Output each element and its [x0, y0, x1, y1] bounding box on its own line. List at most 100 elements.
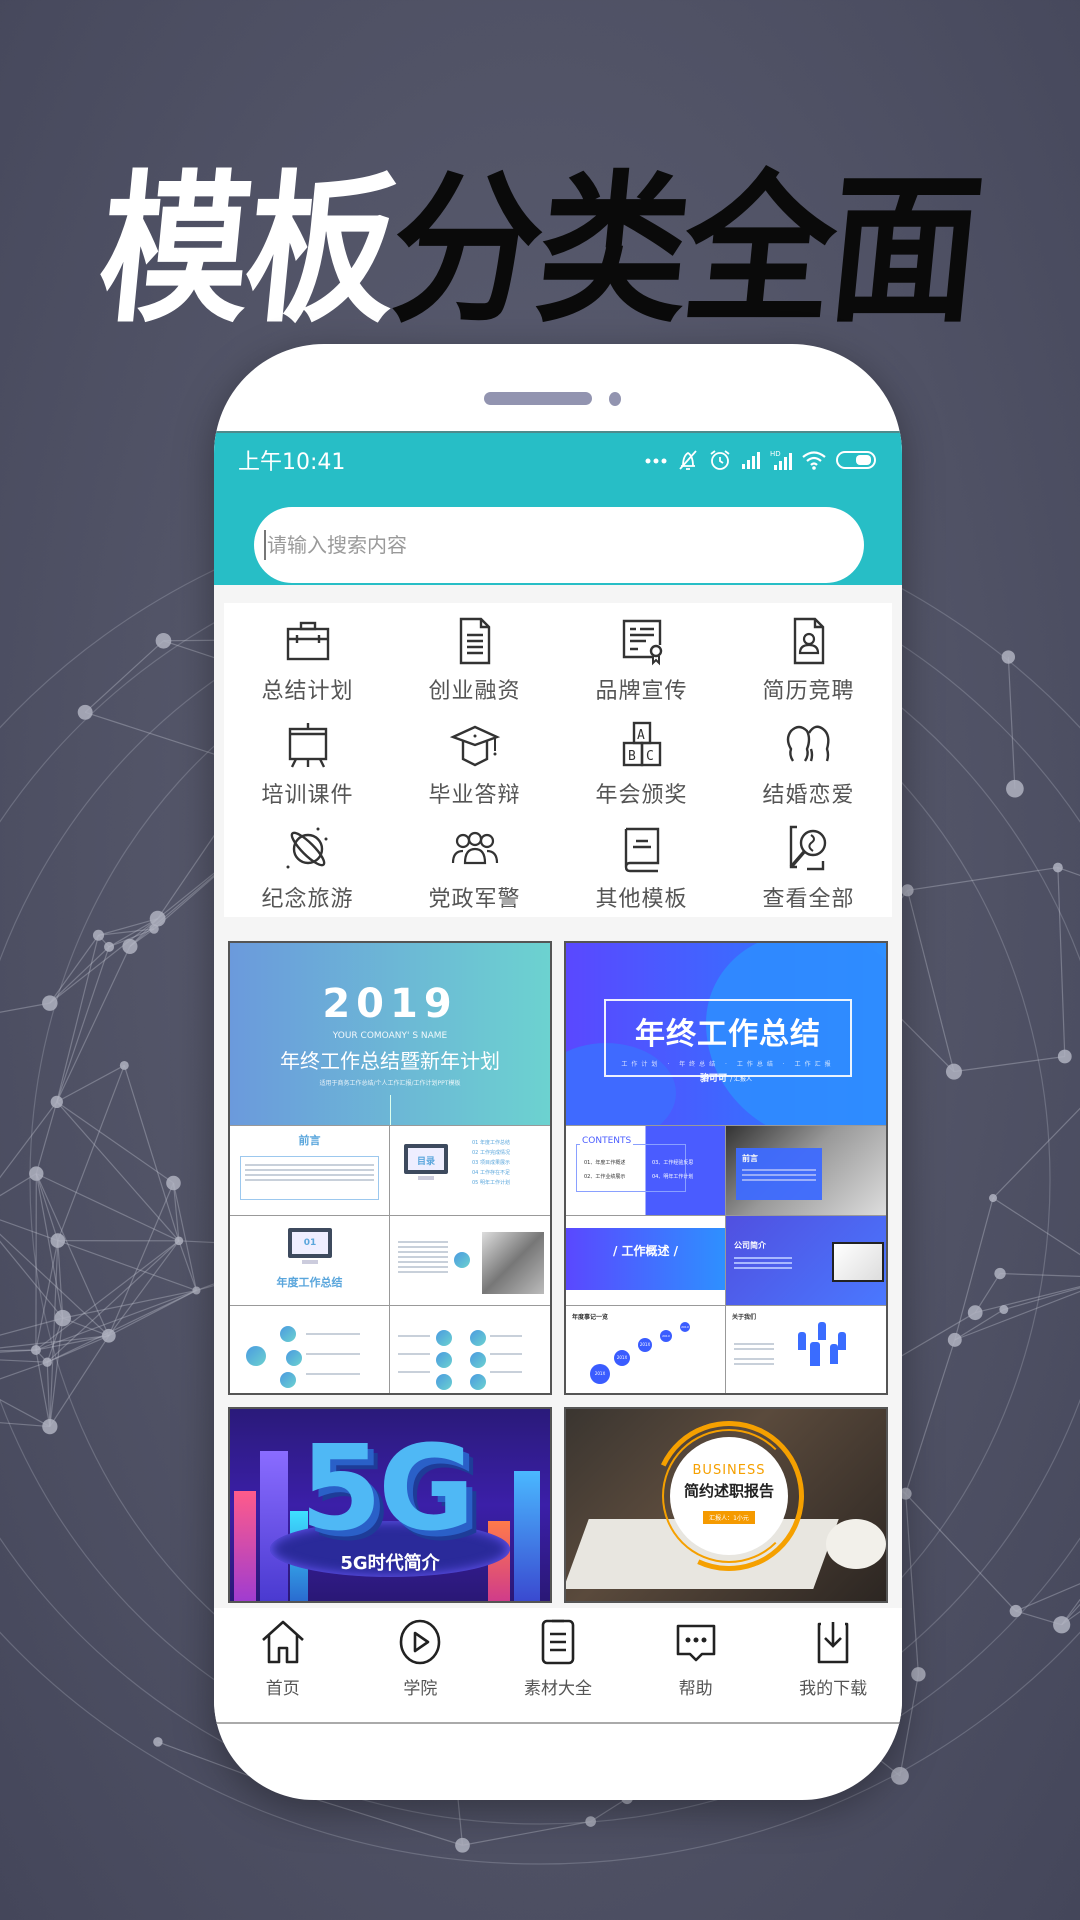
category-startup-finance[interactable]: 创业融资	[391, 607, 558, 711]
category-label: 结婚恋爱	[762, 783, 855, 808]
network-node	[92, 929, 105, 941]
abc-blocks-icon: AB C	[622, 721, 661, 767]
cover-slide: 年终工作总结 工作计划 · 年终总结 · 工作总结 · 工作汇报 骆可可 / 汇…	[566, 943, 886, 1125]
slide-photo	[390, 1215, 550, 1305]
search-input[interactable]	[267, 533, 827, 557]
card-title: 5G时代简介	[340, 1553, 440, 1574]
phone-frame: 上午10:41 HD 总结计划	[214, 344, 902, 1800]
svg-text:A: A	[637, 728, 645, 743]
certificate-icon	[622, 619, 662, 666]
category-label: 毕业答辩	[428, 783, 521, 808]
slide-about-us: 关于我们	[726, 1305, 886, 1393]
network-node	[455, 1837, 470, 1853]
network-node	[104, 941, 115, 952]
category-brand-promo[interactable]: 品牌宣传	[558, 607, 725, 711]
slide-toc: 目录 01 年度工作总结 02 工作完成情况 03 项目成果展示 04 工作存在…	[390, 1125, 550, 1215]
easel-icon	[288, 723, 327, 768]
category-label: 党政军警	[428, 887, 521, 912]
category-summary-plan[interactable]: 总结计划	[224, 607, 391, 711]
category-training[interactable]: 培训课件	[224, 711, 391, 815]
more-dots-icon	[645, 458, 667, 464]
category-graduation[interactable]: 毕业答辩	[391, 711, 558, 815]
network-line	[1000, 1272, 1080, 1277]
network-line	[0, 1399, 51, 1428]
slide-contents: CONTENTS 01、年度工作概述 02、工作业绩展示 03、工作经验反思 04、…	[566, 1125, 726, 1215]
category-other[interactable]: 其他模板	[558, 815, 725, 919]
network-line	[36, 1173, 180, 1242]
category-wedding-love[interactable]: 结婚恋爱	[725, 711, 892, 815]
network-line	[57, 1240, 197, 1292]
template-card-year-end-plan[interactable]: 2019 YOUR COMOANY' S NAME 年终工作总结暨新年计划 适用…	[228, 941, 552, 1395]
svg-text:C: C	[646, 749, 654, 764]
cover-title: 年终工作总结暨新年计划	[280, 1049, 500, 1073]
slide-preface: 前言	[230, 1125, 390, 1215]
category-party-gov[interactable]: 党政军警	[391, 815, 558, 919]
category-label: 查看全部	[762, 887, 855, 912]
tab-home[interactable]: 首页	[214, 1608, 352, 1722]
tab-my-downloads[interactable]: 我的下载	[764, 1608, 902, 1722]
category-label: 品牌宣传	[595, 679, 688, 704]
network-node	[122, 938, 138, 955]
cover-subtitle: 工作计划 · 年终总结 · 工作总结 · 工作汇报	[621, 1061, 835, 1068]
category-resume[interactable]: 简历竞聘	[725, 607, 892, 711]
network-line	[56, 1101, 174, 1184]
network-line	[462, 1820, 591, 1846]
network-node	[77, 704, 93, 720]
network-node	[192, 1286, 201, 1295]
card-title: 简约述职报告	[683, 1482, 774, 1500]
category-label: 纪念旅游	[261, 887, 354, 912]
tab-academy[interactable]: 学院	[352, 1608, 490, 1722]
network-node	[149, 910, 166, 927]
category-view-all[interactable]: 查看全部	[725, 815, 892, 919]
graduation-cap-icon	[449, 725, 500, 767]
template-card-year-end-summary[interactable]: 年终工作总结 工作计划 · 年终总结 · 工作总结 · 工作汇报 骆可可 / 汇…	[564, 941, 888, 1395]
tab-materials[interactable]: 素材大全	[489, 1608, 627, 1722]
cover-year: 2019	[322, 981, 458, 1027]
headline-black: 分类全面	[383, 157, 986, 346]
network-node	[42, 1357, 52, 1367]
app-screen: 上午10:41 HD 总结计划	[214, 431, 902, 1696]
battery-icon	[836, 451, 876, 469]
5g-big-text: 5G	[300, 1419, 475, 1557]
network-line	[46, 1240, 180, 1363]
group-icon	[451, 831, 498, 865]
network-line	[108, 1289, 197, 1337]
category-grid: 总结计划 创业融资 品牌宣传 简历竞聘 培训课件 毕业答辩 A B C 年会颁奖…	[224, 603, 892, 917]
resume-icon	[793, 617, 824, 665]
tab-help[interactable]: 帮助	[627, 1608, 765, 1722]
couple-icon	[786, 725, 830, 762]
home-icon	[261, 1620, 304, 1664]
network-node	[1006, 779, 1024, 798]
template-grid: 2019 YOUR COMOANY' S NAME 年终工作总结暨新年计划 适用…	[228, 941, 888, 1603]
network-node	[50, 1233, 66, 1248]
category-travel[interactable]: 纪念旅游	[224, 815, 391, 919]
template-card-business-report[interactable]: BUSINESS 简约述职报告 汇报人：1小元	[564, 1407, 888, 1603]
network-node	[149, 924, 159, 934]
network-line	[907, 866, 1058, 891]
headline: 模板分类全面	[0, 119, 1080, 353]
network-node	[166, 1175, 181, 1191]
template-card-5g[interactable]: 5G 5G时代简介	[228, 1407, 552, 1603]
network-node	[967, 1305, 983, 1321]
network-line	[975, 1285, 1080, 1314]
network-line	[0, 1101, 58, 1179]
network-node	[153, 1737, 163, 1747]
category-annual-award[interactable]: ABC 年会颁奖	[558, 711, 725, 815]
network-line	[1007, 656, 1016, 789]
phone-speaker	[484, 392, 592, 405]
search-field[interactable]	[254, 507, 864, 583]
network-line	[108, 1240, 180, 1337]
network-node	[891, 1766, 909, 1785]
slide-company-intro: 公司简介	[726, 1215, 886, 1305]
network-node	[585, 1816, 596, 1827]
clipboard-list-icon	[541, 1619, 575, 1665]
slide-timeline: 年度事记一览 201X 201X 201X 201X 201X	[566, 1305, 726, 1393]
network-line	[35, 1101, 58, 1174]
network-line	[49, 934, 99, 1004]
network-node	[1009, 1604, 1022, 1618]
slide-thumbnails: CONTENTS 01、年度工作概述 02、工作业绩展示 03、工作经验反思 04、…	[566, 1125, 886, 1393]
network-line	[46, 1289, 197, 1363]
network-line	[56, 1101, 180, 1242]
network-line	[35, 1240, 59, 1351]
category-label: 其他模板	[595, 887, 688, 912]
